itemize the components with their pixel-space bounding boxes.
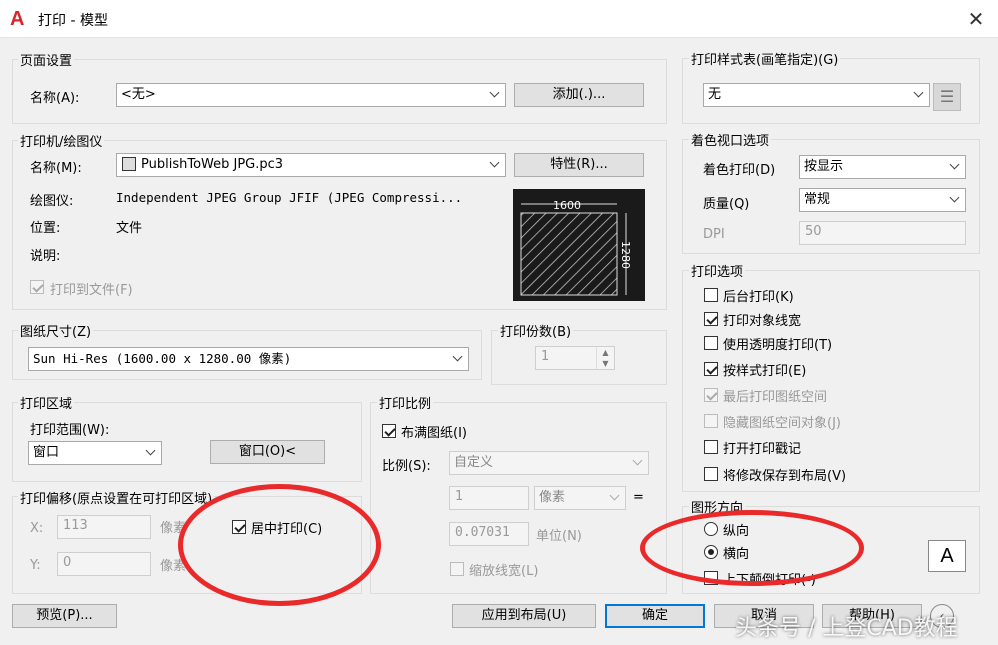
paper-size-label: 图纸尺寸(Z) — [18, 321, 94, 340]
offset-x-input[interactable]: 113 — [57, 515, 151, 539]
shaded-viewport-label: 着色视口选项 — [689, 130, 772, 149]
chevron-down-icon — [489, 157, 501, 171]
printer-name-select[interactable]: PublishToWeb JPG.pc3 — [116, 153, 506, 177]
copies-spinner[interactable]: ▲ ▼ — [596, 347, 614, 369]
title-bar: A 打印 - 模型 ✕ — [0, 0, 998, 38]
printer-properties-button[interactable]: 特性(R)... — [514, 153, 644, 177]
option-label: 打开打印戳记 — [723, 442, 802, 457]
plot-lineweights-checkbox[interactable] — [704, 312, 718, 326]
option-label: 后台打印(K) — [723, 290, 794, 305]
ok-button[interactable]: 确定 — [605, 604, 705, 628]
window-title: 打印 - 模型 — [38, 13, 108, 29]
fit-to-paper-checkbox[interactable] — [382, 424, 396, 438]
window-pick-button[interactable]: 窗口(O)< — [210, 440, 325, 464]
plot-stamp-checkbox[interactable] — [704, 440, 718, 454]
plot-options-title: 打印选项 — [689, 261, 746, 280]
plot-range-label: 打印范围(W): — [30, 423, 110, 438]
annotation-ellipse-center — [178, 484, 381, 606]
chevron-down-icon — [609, 490, 621, 504]
shade-plot-label: 着色打印(D) — [703, 163, 776, 178]
plot-paperspace-last-checkbox[interactable] — [704, 388, 718, 402]
chevron-down-icon — [452, 351, 464, 365]
annotation-ellipse-orientation — [640, 510, 864, 586]
watermark-text: 头条号 / 上登CAD教程 — [735, 616, 958, 641]
print-to-file-label: 打印到文件(F) — [50, 283, 133, 298]
plot-transparency-checkbox[interactable] — [704, 336, 718, 350]
background-plot-checkbox[interactable] — [704, 288, 718, 302]
offset-x-label: X: — [30, 521, 44, 536]
page-setup-label: 页面设置 — [18, 50, 75, 69]
edit-style-table-icon[interactable]: ☰ — [933, 83, 961, 111]
scale-lineweights-checkbox[interactable] — [450, 562, 464, 576]
option-label: 将修改保存到布局(V) — [723, 469, 847, 484]
style-table-select[interactable]: 无 — [703, 83, 930, 107]
page-setup-name-select[interactable]: <无> — [116, 83, 506, 107]
plot-area-label: 打印区域 — [18, 393, 75, 412]
plot-scale-label: 打印比例 — [377, 393, 434, 412]
offset-y-label: Y: — [30, 558, 41, 573]
autocad-logo-icon: A — [10, 8, 25, 30]
add-page-setup-button[interactable]: 添加(.)... — [514, 83, 644, 107]
scale-label: 比例(S): — [382, 459, 431, 474]
quality-label: 质量(Q) — [703, 197, 750, 212]
printer-label: 打印机/绘图仪 — [18, 131, 105, 150]
preview-height-label: 1280 — [619, 241, 632, 269]
option-label: 使用透明度打印(T) — [723, 338, 833, 353]
equals-sign: = — [633, 490, 644, 505]
dpi-label: DPI — [703, 227, 725, 242]
orientation-preview-icon: A — [928, 540, 966, 572]
option-label: 最后打印图纸空间 — [723, 390, 828, 405]
option-label: 按样式打印(E) — [723, 364, 807, 379]
chevron-down-icon — [949, 159, 961, 173]
printer-icon — [122, 157, 136, 171]
chevron-down-icon — [913, 87, 925, 101]
preview-button[interactable]: 预览(P)... — [12, 604, 117, 628]
fit-to-paper-label: 布满图纸(I) — [401, 426, 467, 441]
copies-label: 打印份数(B) — [498, 321, 574, 340]
chevron-down-icon — [949, 192, 961, 206]
hide-paperspace-checkbox[interactable] — [704, 414, 718, 428]
page-setup-name-label: 名称(A): — [30, 91, 80, 106]
spin-up-icon[interactable]: ▲ — [597, 347, 614, 358]
paper-preview: 1600 1280 — [513, 189, 645, 301]
location-label: 位置: — [30, 221, 61, 236]
scale-select[interactable]: 自定义 — [449, 451, 649, 475]
scale-denominator-input[interactable]: 0.07031 — [449, 522, 529, 546]
description-label: 说明: — [30, 249, 61, 264]
preview-width-label: 1600 — [553, 199, 581, 212]
dpi-input[interactable]: 50 — [799, 221, 966, 245]
close-icon[interactable]: ✕ — [962, 6, 990, 32]
plotter-value: Independent JPEG Group JFIF (JPEG Compre… — [116, 190, 463, 205]
save-to-layout-checkbox[interactable] — [704, 467, 718, 481]
chevron-down-icon — [145, 445, 157, 459]
paper-preview-graphic: 1600 1280 — [520, 199, 632, 296]
location-value: 文件 — [116, 221, 143, 236]
chevron-down-icon — [632, 455, 644, 469]
offset-y-input[interactable]: 0 — [57, 552, 151, 576]
style-table-label: 打印样式表(画笔指定)(G) — [689, 49, 841, 68]
scale-unit-select[interactable]: 像素 — [534, 486, 626, 510]
quality-select[interactable]: 常规 — [799, 188, 966, 212]
paper-size-select[interactable]: Sun Hi-Res (1600.00 x 1280.00 像素) — [28, 347, 469, 371]
print-to-file-checkbox[interactable] — [30, 280, 44, 294]
scale-units-label: 单位(N) — [536, 529, 582, 544]
plot-range-select[interactable]: 窗口 — [28, 441, 162, 465]
printer-name-label: 名称(M): — [30, 161, 82, 176]
option-label: 打印对象线宽 — [723, 314, 802, 329]
shade-plot-select[interactable]: 按显示 — [799, 155, 966, 179]
chevron-down-icon — [489, 87, 501, 101]
plot-with-styles-checkbox[interactable] — [704, 362, 718, 376]
plotter-label: 绘图仪: — [30, 194, 74, 209]
scale-numerator-input[interactable]: 1 — [449, 486, 529, 510]
option-label: 隐藏图纸空间对象(J) — [723, 416, 841, 431]
plot-offset-label: 打印偏移(原点设置在可打印区域) — [18, 488, 215, 507]
spin-down-icon[interactable]: ▼ — [597, 358, 614, 369]
scale-lineweights-label: 缩放线宽(L) — [469, 564, 539, 579]
apply-to-layout-button[interactable]: 应用到布局(U) — [452, 604, 596, 628]
